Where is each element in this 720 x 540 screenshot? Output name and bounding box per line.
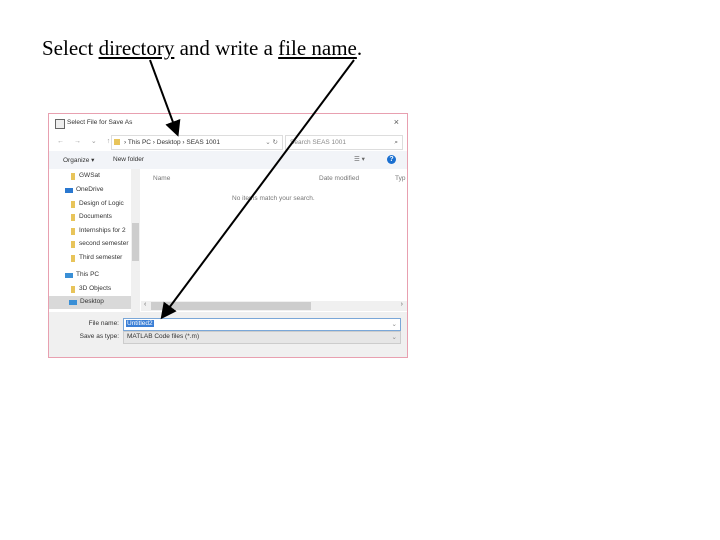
arrow-to-file-name: [160, 59, 355, 320]
arrow-to-directory: [149, 59, 181, 137]
annotation-arrows: [149, 59, 355, 320]
